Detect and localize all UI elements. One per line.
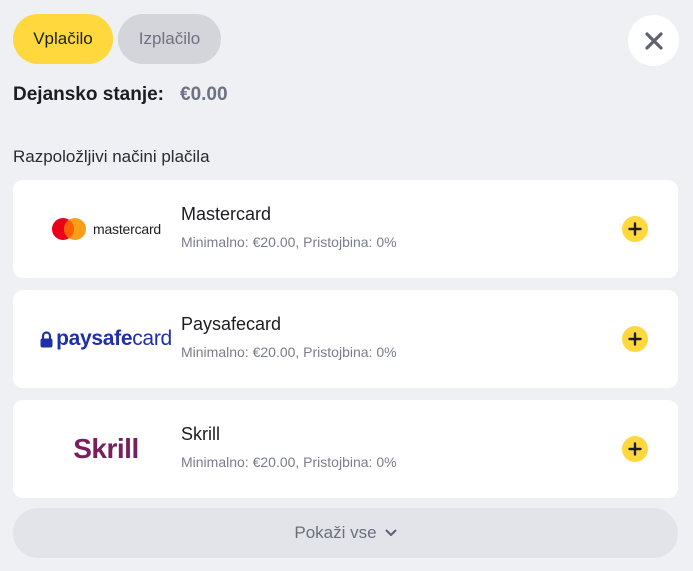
plus-icon [628, 332, 642, 346]
paysafecard-logo: paysafecard [31, 290, 181, 388]
add-button[interactable] [622, 216, 648, 242]
tab-deposit[interactable]: Vplačilo [13, 14, 113, 64]
balance: Dejansko stanje: €0.00 [13, 84, 228, 106]
mastercard-logo: mastercard [31, 180, 181, 278]
method-name: Paysafecard [181, 314, 282, 334]
mastercard-circles-icon [51, 218, 86, 240]
padlock-icon [40, 330, 53, 347]
mastercard-logo-text: mastercard [92, 221, 162, 237]
add-button[interactable] [622, 436, 648, 462]
tab-withdraw[interactable]: Izplačilo [118, 14, 221, 64]
method-name: Mastercard [181, 204, 272, 224]
method-details: Minimalno: €20.00, Pristojbina: 0% [181, 454, 397, 470]
payment-methods-list: mastercard Mastercard Minimalno: €20.00,… [13, 180, 678, 510]
payment-method-mastercard[interactable]: mastercard Mastercard Minimalno: €20.00,… [13, 180, 678, 278]
close-button[interactable] [628, 15, 679, 66]
plus-icon [628, 222, 642, 236]
payment-method-skrill[interactable]: Skrill Skrill Minimalno: €20.00, Pristoj… [13, 400, 678, 498]
show-all-label: Pokaži vse [294, 523, 377, 542]
payment-method-paysafecard[interactable]: paysafecard Paysafecard Minimalno: €20.0… [13, 290, 678, 388]
show-all-button[interactable]: Pokaži vse [13, 508, 678, 558]
balance-label: Dejansko stanje: [13, 84, 164, 105]
section-title: Razpoložljivi načini plačila [13, 147, 210, 166]
skrill-logo: Skrill [31, 400, 181, 498]
balance-value: €0.00 [180, 84, 228, 105]
method-details: Minimalno: €20.00, Pristojbina: 0% [181, 234, 397, 250]
paysafecard-logo-text: paysafecard [56, 327, 172, 350]
plus-icon [628, 442, 642, 456]
payment-tabs: Vplačilo Izplačilo [13, 14, 221, 64]
method-details: Minimalno: €20.00, Pristojbina: 0% [181, 344, 397, 360]
close-icon [644, 31, 663, 50]
add-button[interactable] [622, 326, 648, 352]
method-name: Skrill [181, 424, 220, 444]
skrill-logo-text: Skrill [73, 433, 139, 464]
chevron-down-icon [385, 529, 397, 536]
